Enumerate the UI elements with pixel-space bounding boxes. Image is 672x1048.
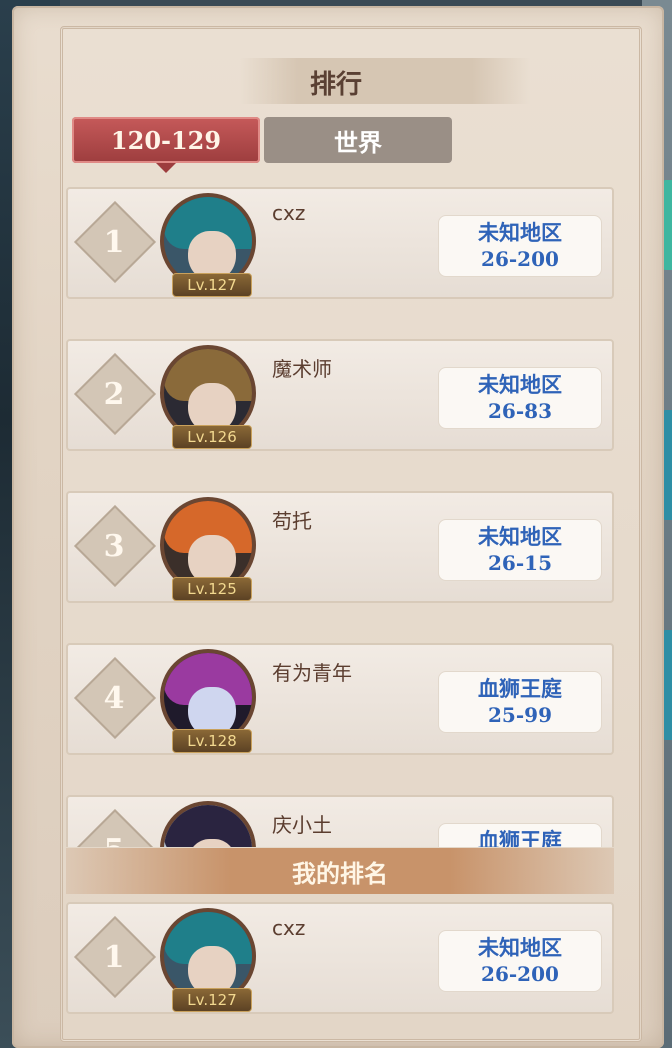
level-badge: Lv.125 (172, 577, 252, 601)
page-title: 排行 (309, 70, 362, 100)
rank-number: 2 (103, 376, 125, 412)
server-box: 未知地区 26-200 (438, 930, 602, 992)
level-badge: Lv.128 (172, 729, 252, 753)
player-name: 有为青年 (272, 661, 352, 685)
ranking-list[interactable]: 1 Lv.127 cxz 未知地区 26-200 2 Lv.126 魔术师 未知… (66, 187, 614, 847)
tab-bar: 120-129 世界 (72, 117, 452, 173)
avatar[interactable] (160, 801, 256, 847)
level-badge: Lv.127 (172, 273, 252, 297)
tab-level-range[interactable]: 120-129 (72, 117, 260, 173)
server-name: 血狮王庭 (478, 676, 562, 701)
player-name: 庆小土 (272, 813, 332, 837)
tab-world[interactable]: 世界 (264, 117, 452, 163)
my-ranking-header: 我的排名 (66, 848, 614, 894)
rank-number: 3 (103, 528, 125, 564)
server-name: 未知地区 (478, 220, 562, 245)
server-box: 血狮王庭 (438, 823, 602, 847)
ranking-row[interactable]: 1 Lv.127 cxz 未知地区 26-200 (66, 187, 614, 299)
server-box: 血狮王庭 25-99 (438, 671, 602, 733)
rank-number: 1 (103, 939, 125, 975)
rank-number: 5 (78, 797, 150, 848)
server-id: 25-99 (488, 703, 552, 727)
server-id: 26-200 (481, 247, 559, 271)
player-name: cxz (272, 916, 306, 940)
server-id: 26-83 (488, 399, 552, 423)
level-badge: Lv.127 (172, 988, 252, 1012)
ranking-row[interactable]: 5 庆小土 血狮王庭 (66, 795, 614, 847)
server-box: 未知地区 26-15 (438, 519, 602, 581)
server-id: 26-15 (488, 551, 552, 575)
server-box: 未知地区 26-83 (438, 367, 602, 429)
player-name: cxz (272, 201, 306, 225)
server-name: 未知地区 (478, 524, 562, 549)
server-name: 未知地区 (478, 935, 562, 960)
ranking-row[interactable]: 2 Lv.126 魔术师 未知地区 26-83 (66, 339, 614, 451)
server-id: 26-200 (481, 962, 559, 986)
server-name: 血狮王庭 (478, 828, 562, 847)
level-badge: Lv.126 (172, 425, 252, 449)
player-name: 魔术师 (272, 357, 332, 381)
player-name: 苟托 (272, 509, 312, 533)
ranking-row[interactable]: 4 Lv.128 有为青年 血狮王庭 25-99 (66, 643, 614, 755)
server-box: 未知地区 26-200 (438, 215, 602, 277)
rank-number: 4 (103, 680, 125, 716)
server-name: 未知地区 (478, 372, 562, 397)
rank-number: 1 (103, 224, 125, 260)
my-ranking-row[interactable]: 1 Lv.127 cxz 未知地区 26-200 (66, 902, 614, 1014)
ranking-row[interactable]: 3 Lv.125 苟托 未知地区 26-15 (66, 491, 614, 603)
